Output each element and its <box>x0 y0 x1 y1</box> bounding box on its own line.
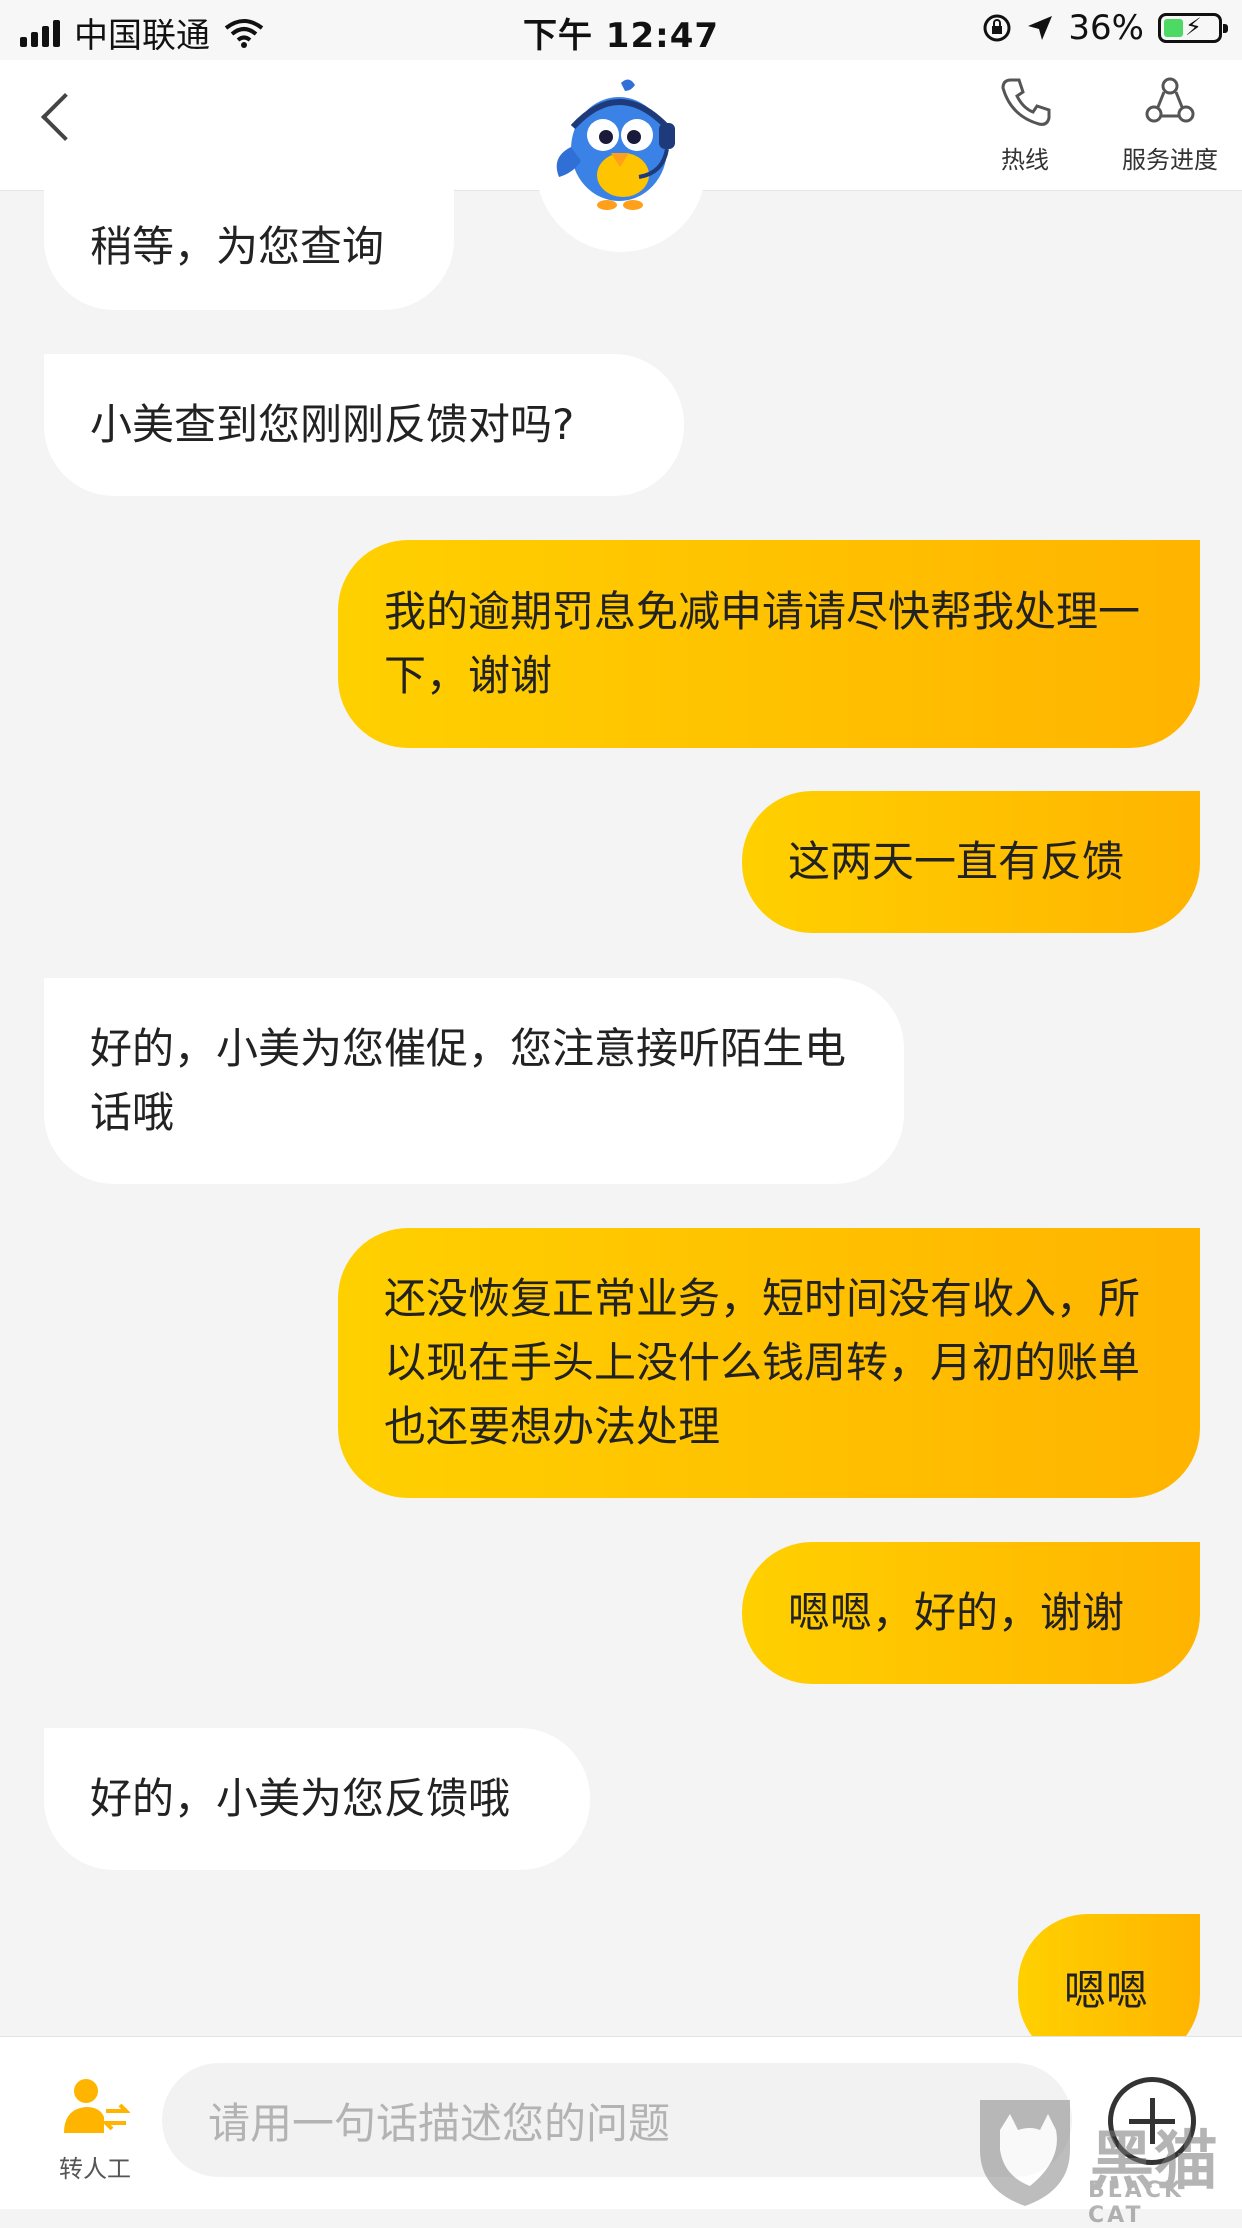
message-input[interactable]: 请用一句话描述您的问题 <box>162 2063 1072 2177</box>
message-bubble: 还没恢复正常业务，短时间没有收入，所以现在手头上没什么钱周转，月初的账单也还要想… <box>338 1228 1200 1498</box>
assistant-avatar <box>536 79 706 252</box>
message-text: 我的逾期罚息免减申请请尽快帮我处理一下，谢谢 <box>384 587 1141 700</box>
message-text: 小美查到您刚刚反馈对吗? <box>90 400 575 449</box>
phone-icon <box>1001 78 1051 126</box>
message-text: 好的，小美为您催促，您注意接听陌生电话哦 <box>90 1024 847 1137</box>
transfer-label: 转人工 <box>59 2155 131 2183</box>
message-bubble: 嗯嗯 <box>1018 1914 1200 2036</box>
chat-header: 热线 服务进度 <box>0 60 1242 252</box>
watermark-subtext: BLACK CAT <box>1088 2178 1185 2228</box>
charging-bolt-icon: ⚡ <box>1185 13 1202 41</box>
message-text: 嗯嗯，好的，谢谢 <box>788 1588 1125 1637</box>
service-progress-label: 服务进度 <box>1122 146 1218 174</box>
message-bubble: 这两天一直有反馈 <box>742 791 1200 933</box>
input-placeholder: 请用一句话描述您的问题 <box>208 2098 671 2148</box>
message-bubble: 嗯嗯，好的，谢谢 <box>742 1542 1200 1684</box>
bird-mascot-icon <box>556 79 675 210</box>
battery-icon: ⚡ <box>1158 13 1228 43</box>
hotline-button[interactable]: 热线 <box>990 76 1060 175</box>
message-text: 嗯嗯 <box>1064 1966 1149 2015</box>
battery-percent: 36% <box>1068 8 1144 48</box>
battery-fill <box>1164 19 1183 37</box>
transfer-to-agent-button[interactable]: 转人工 <box>50 2077 140 2184</box>
hotline-label: 热线 <box>1001 146 1049 174</box>
watermark: 黑猫 BLACK CAT <box>970 2090 1240 2228</box>
cat-logo-icon <box>980 2100 1070 2206</box>
message-bubble: 好的，小美为您催促，您注意接听陌生电话哦 <box>44 978 904 1184</box>
message-text: 还没恢复正常业务，短时间没有收入，所以现在手头上没什么钱周转，月初的账单也还要想… <box>384 1274 1141 1451</box>
message-text: 好的，小美为您反馈哦 <box>90 1774 511 1823</box>
orientation-lock-icon <box>983 14 1011 42</box>
message-bubble: 我的逾期罚息免减申请请尽快帮我处理一下，谢谢 <box>338 540 1200 748</box>
message-text: 稍等，为您查询 <box>90 222 385 271</box>
message-bubble: 好的，小美为您反馈哦 <box>44 1728 590 1870</box>
message-bubble: 小美查到您刚刚反馈对吗? <box>44 354 684 496</box>
message-bubble: 稍等，为您查询 <box>44 190 454 310</box>
location-icon <box>1028 16 1053 40</box>
status-bar: 中国联通 下午 12:47 36% ⚡ <box>0 0 1242 60</box>
chat-area[interactable]: 稍等，为您查询 小美查到您刚刚反馈对吗? 我的逾期罚息免减申请请尽快帮我处理一下… <box>0 190 1242 2036</box>
service-progress-button[interactable]: 服务进度 <box>1110 76 1230 175</box>
service-progress-icon <box>1145 77 1195 123</box>
message-text: 这两天一直有反馈 <box>788 837 1125 886</box>
back-arrow-icon[interactable] <box>40 92 90 142</box>
human-agent-icon <box>64 2079 131 2133</box>
